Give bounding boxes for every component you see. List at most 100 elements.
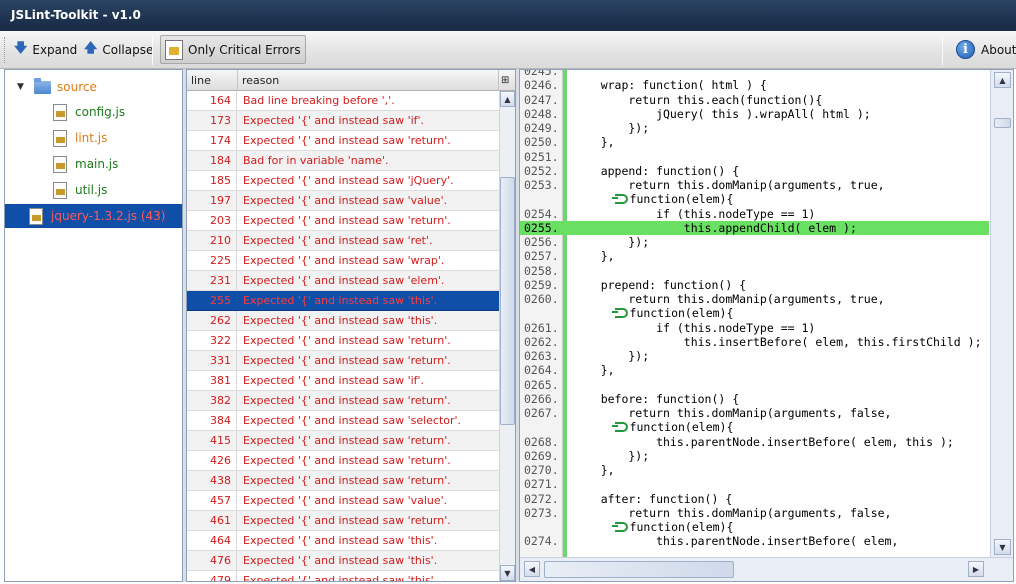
expand-toggle-icon[interactable]: ▼ [17,82,24,92]
table-row[interactable]: 384 Expected '{' and instead saw 'selecto… [187,411,499,431]
table-row[interactable]: 457 Expected '{' and instead saw 'value'. [187,491,499,511]
collapse-label: Collapse [102,42,154,57]
table-row[interactable]: 476 Expected '{' and instead saw 'this'. [187,551,499,571]
cell-line: 185 [187,171,237,190]
table-row[interactable]: 464 Expected '{' and instead saw 'this'. [187,531,499,551]
table-row[interactable]: 461 Expected '{' and instead saw 'return'… [187,511,499,531]
code-horizontal-scrollbar[interactable]: ◀ ▶ [520,557,1013,581]
tree-item-main[interactable]: main.js [5,152,182,176]
table-row[interactable]: 415 Expected '{' and instead saw 'return'… [187,431,499,451]
file-tree-panel: ▼ source config.js lint.js main.js util.… [4,69,183,582]
about-button[interactable]: i About [952,37,1016,62]
code-text: }, [573,135,615,150]
cell-reason: Expected '{' and instead saw 'return'. [243,474,451,487]
cell-line: 203 [187,211,237,230]
table-row[interactable]: 184 Bad for in variable 'name'. [187,151,499,171]
scroll-right-icon[interactable]: ▶ [968,561,984,577]
code-line: 0271. [520,477,989,491]
scroll-left-icon[interactable]: ◀ [524,561,540,577]
cell-line: 184 [187,151,237,170]
table-row[interactable]: 173 Expected '{' and instead saw 'if'. [187,111,499,131]
code-text: }); [573,235,650,249]
fold-arrow-icon[interactable] [611,194,628,205]
cell-line: 426 [187,451,237,470]
table-row[interactable]: 262 Expected '{' and instead saw 'this'. [187,311,499,331]
table-row[interactable]: 225 Expected '{' and instead saw 'wrap'. [187,251,499,271]
table-row[interactable]: 231 Expected '{' and instead saw 'elem'. [187,271,499,291]
toolbar-separator [152,35,153,65]
scroll-down-icon[interactable]: ▼ [994,539,1011,555]
errors-vertical-scrollbar[interactable]: ▲ ▼ [499,91,515,581]
code-line: 0246. wrap: function( html ) { [520,78,989,92]
cell-reason: Expected '{' and instead saw 'return'. [243,334,451,347]
fold-arrow-icon[interactable] [611,422,628,433]
code-line: 0263. }); [520,349,989,363]
tree-item-lint[interactable]: lint.js [5,126,182,150]
table-row[interactable]: 164 Bad line breaking before ','. [187,91,499,111]
line-number: 0263. [524,349,559,363]
cell-reason: Expected '{' and instead saw 'elem'. [243,274,445,287]
table-row[interactable]: 174 Expected '{' and instead saw 'return'… [187,131,499,151]
table-row[interactable]: 185 Expected '{' and instead saw 'jQuery'… [187,171,499,191]
code-line: 0253. return this.domManip(arguments, tr… [520,178,989,192]
scroll-thumb[interactable] [500,177,515,425]
scroll-up-icon[interactable]: ▲ [500,91,515,107]
table-row[interactable]: 322 Expected '{' and instead saw 'return'… [187,331,499,351]
fold-arrow-icon[interactable] [611,308,628,319]
line-number: 0248. [524,106,559,121]
table-row[interactable]: 479 Expected '{' and instead saw 'this'. [187,571,499,581]
tree-folder-source[interactable]: ▼ source [5,75,182,99]
table-row[interactable]: 255 Expected '{' and instead saw 'this'. [187,291,499,311]
column-header-line[interactable]: line [187,70,238,91]
table-row[interactable]: 438 Expected '{' and instead saw 'return'… [187,471,499,491]
scroll-up-icon[interactable]: ▲ [994,72,1011,88]
only-critical-errors-button[interactable]: Only Critical Errors [160,35,306,64]
cell-reason: Expected '{' and instead saw 'value'. [243,194,448,207]
expand-button[interactable]: 🡇 Expand [10,37,81,62]
scroll-thumb[interactable] [544,561,734,578]
table-row[interactable]: 331 Expected '{' and instead saw 'return'… [187,351,499,371]
code-text: this.insertBefore( elem, this.firstChild… [573,334,982,349]
scroll-down-icon[interactable]: ▼ [500,565,515,581]
app-window: JSLint-Toolkit - v1.0 🡇 Expand 🡅 Collaps… [0,0,1016,584]
cell-reason: Expected '{' and instead saw 'ret'. [243,234,433,247]
cell-line: 331 [187,351,237,370]
line-number: 0255. [524,220,559,235]
table-row[interactable]: 426 Expected '{' and instead saw 'return'… [187,451,499,471]
code-text: return this.domManip(arguments, false, [573,406,892,420]
code-line: 0267. return this.domManip(arguments, fa… [520,406,989,420]
cell-line: 381 [187,371,237,390]
column-header-reason[interactable]: reason [238,70,499,91]
tree-item-config[interactable]: config.js [5,100,182,124]
columns-menu-icon[interactable]: ⊞ [499,70,515,91]
cell-line: 322 [187,331,237,350]
scroll-thumb[interactable] [994,118,1011,128]
table-row[interactable]: 210 Expected '{' and instead saw 'ret'. [187,231,499,251]
table-row[interactable]: 203 Expected '{' and instead saw 'return'… [187,211,499,231]
table-row[interactable]: 381 Expected '{' and instead saw 'if'. [187,371,499,391]
code-text: append: function() { [573,163,740,178]
code-text: wrap: function( html ) { [573,78,767,93]
cell-reason: Expected '{' and instead saw 'if'. [243,374,425,387]
collapse-button[interactable]: 🡅 Collapse [80,37,157,62]
code-vertical-scrollbar[interactable]: ▲ ▼ [990,70,1013,557]
cell-reason: Expected '{' and instead saw 'this'. [243,314,438,327]
table-row[interactable]: 197 Expected '{' and instead saw 'value'. [187,191,499,211]
code-text-body: function(elem){ [629,306,734,321]
fold-arrow-icon[interactable] [611,522,628,532]
code-line: 0250. }, [520,135,989,149]
code-viewer-panel: 0245. 0246. wrap: function( html ) {0247.… [519,69,1014,582]
code-line: 0251. [520,150,989,164]
code-line: 0248. jQuery( this ).wrapAll( html ); [520,107,989,121]
tree-item-label: config.js [75,105,126,119]
code-text: function(elem){ [573,306,733,320]
tree-item-jquery[interactable]: jquery-1.3.2.js (43) [5,204,182,228]
tree-item-util[interactable]: util.js [5,178,182,202]
line-number: 0256. [524,235,559,249]
table-row[interactable]: 382 Expected '{' and instead saw 'return'… [187,391,499,411]
code-line: 0259. prepend: function() { [520,278,989,292]
line-number: 0247. [524,92,559,107]
toolbar: 🡇 Expand 🡅 Collapse Only Critical Errors… [0,31,1016,69]
toolbar-grip[interactable] [4,37,7,63]
line-number: 0249. [524,121,559,135]
